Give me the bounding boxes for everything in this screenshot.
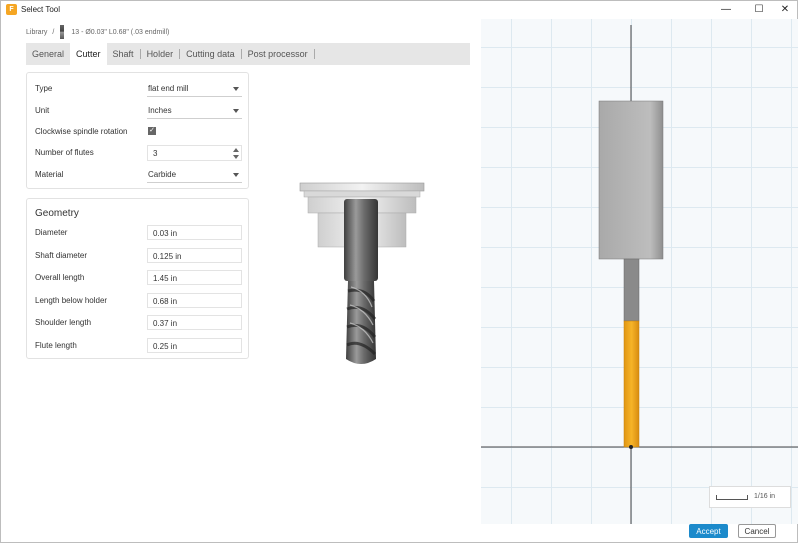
unit-select[interactable]: Inches (147, 103, 242, 119)
material-row: Material Carbide (27, 167, 248, 183)
tool-3d-preview[interactable] (296, 179, 426, 374)
chevron-down-icon (233, 173, 239, 177)
type-select[interactable]: flat end mill (147, 81, 242, 97)
material-select-value: Carbide (148, 170, 177, 179)
endmill-icon (60, 25, 65, 39)
accept-button[interactable]: Accept (689, 524, 728, 538)
tab-bar: General Cutter Shaft Holder Cutting data… (26, 43, 470, 65)
window-title: Select Tool (21, 5, 60, 14)
scale-bar-icon (716, 495, 748, 500)
title-bar: F Select Tool — ☐ ✕ (1, 1, 797, 19)
tool-shank (344, 199, 378, 281)
tab-cutting-data[interactable]: Cutting data (180, 43, 241, 65)
minimize-button[interactable]: — (711, 1, 741, 19)
breadcrumb-separator: / (52, 28, 55, 36)
geometry-panel: Geometry Diameter 0.03 in Shaft diameter… (26, 198, 249, 359)
scale-label: 1/16 in (754, 493, 776, 500)
shank-profile (623, 258, 640, 322)
diameter-row: Diameter 0.03 in (27, 225, 248, 241)
geometry-title: Geometry (35, 208, 79, 219)
material-select[interactable]: Carbide (147, 167, 242, 183)
shoulder-length-input[interactable]: 0.37 in (147, 315, 242, 330)
unit-select-value: Inches (148, 106, 172, 115)
tool-profile-drawing (481, 25, 798, 524)
unit-row: Unit Inches (27, 103, 248, 119)
overall-length-label: Overall length (35, 273, 85, 282)
type-select-value: flat end mill (148, 84, 189, 93)
flutes-label: Number of flutes (35, 148, 94, 157)
tool-2d-viewport[interactable]: 1/16 in (481, 19, 798, 524)
material-label: Material (35, 170, 64, 179)
tab-shaft[interactable]: Shaft (107, 43, 140, 65)
unit-label: Unit (35, 106, 50, 115)
type-row: Type flat end mill (27, 81, 248, 97)
cancel-button[interactable]: Cancel (738, 524, 776, 538)
tab-post-processor[interactable]: Post processor (242, 43, 314, 65)
holder-profile (598, 100, 664, 260)
holder-collar (303, 190, 421, 198)
overall-length-row: Overall length 1.45 in (27, 270, 248, 286)
cutter-panel: Type flat end mill Unit Inches Clockwise… (26, 72, 249, 189)
chevron-down-icon (233, 87, 239, 91)
spindle-row: Clockwise spindle rotation ✓ (27, 124, 248, 140)
holder-flange (299, 182, 425, 192)
shaft-diameter-input[interactable]: 0.125 in (147, 248, 242, 263)
close-button[interactable]: ✕ (770, 1, 798, 19)
flutes-row: Number of flutes 3 (27, 145, 248, 161)
spindle-label: Clockwise spindle rotation (35, 127, 128, 136)
spindle-checkbox[interactable]: ✓ (148, 127, 156, 135)
breadcrumb: Library / 13 - Ø0.03" L0.68" (.03 endmil… (26, 25, 170, 39)
overall-length-input[interactable]: 1.45 in (147, 270, 242, 285)
stepper-down-icon[interactable] (233, 155, 239, 159)
length-below-holder-label: Length below holder (35, 296, 108, 305)
type-label: Type (35, 84, 53, 93)
shoulder-length-row: Shoulder length 0.37 in (27, 315, 248, 331)
tool-tip-point (629, 445, 633, 449)
breadcrumb-tool-name: 13 - Ø0.03" L0.68" (.03 endmill) (71, 28, 170, 36)
select-tool-dialog: F Select Tool — ☐ ✕ Library / 13 - Ø0.03… (0, 0, 798, 543)
tab-divider (313, 49, 315, 59)
breadcrumb-library-link[interactable]: Library (26, 29, 47, 36)
flute-length-row: Flute length 0.25 in (27, 338, 248, 354)
flute-profile (623, 320, 640, 448)
tab-cutter[interactable]: Cutter (70, 43, 107, 65)
shaft-diameter-label: Shaft diameter (35, 251, 88, 260)
flutes-stepper[interactable]: 3 (147, 145, 242, 161)
diameter-label: Diameter (35, 228, 68, 237)
length-below-holder-row: Length below holder 0.68 in (27, 293, 248, 309)
length-below-holder-input[interactable]: 0.68 in (147, 293, 242, 308)
app-logo-icon: F (6, 4, 17, 15)
flutes-value: 3 (153, 149, 158, 158)
diameter-input[interactable]: 0.03 in (147, 225, 242, 240)
stepper-up-icon[interactable] (233, 148, 239, 152)
tab-holder[interactable]: Holder (141, 43, 180, 65)
shaft-diameter-row: Shaft diameter 0.125 in (27, 248, 248, 264)
chevron-down-icon (233, 109, 239, 113)
flute-length-input[interactable]: 0.25 in (147, 338, 242, 353)
flute-length-label: Flute length (35, 341, 77, 350)
tab-general[interactable]: General (26, 43, 70, 65)
scale-indicator: 1/16 in (709, 486, 791, 508)
shoulder-length-label: Shoulder length (35, 318, 92, 327)
